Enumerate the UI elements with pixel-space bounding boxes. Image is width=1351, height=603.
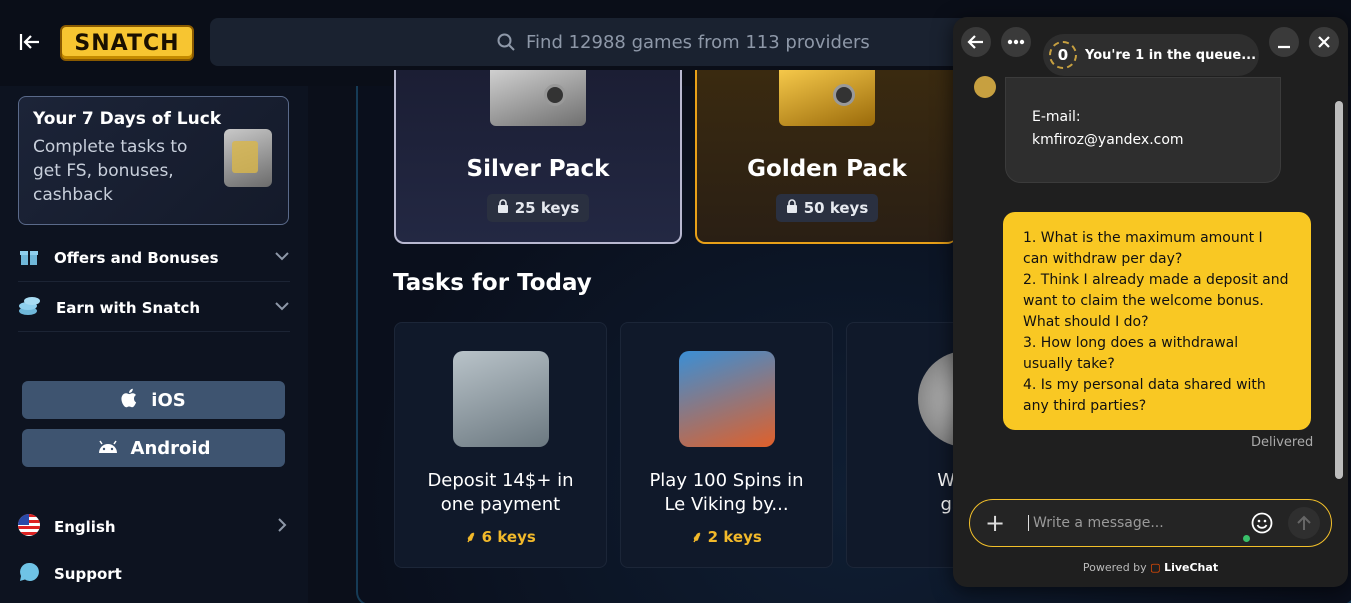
keys-badge: 50 keys (775, 194, 879, 222)
user-message: 1. What is the maximum amount I can with… (1003, 212, 1311, 430)
le-viking-game-icon (678, 351, 775, 447)
emoji-icon[interactable] (1248, 509, 1276, 537)
chat-header: 0 You're 1 in the queue... (953, 17, 1348, 76)
search-placeholder: Find 12988 games from 113 providers (526, 31, 870, 53)
send-arrow-icon[interactable] (1288, 507, 1320, 539)
message-line: 4. Is my personal data shared with any t… (1023, 377, 1266, 414)
keys-count: 25 keys (514, 199, 580, 217)
support-label: Support (54, 565, 122, 583)
collapse-sidebar-icon[interactable] (16, 28, 44, 56)
task-name: Play 100 Spins in Le Viking by... (649, 470, 804, 515)
message-line: 1. What is the maximum amount I can with… (1023, 230, 1263, 267)
queue-counter: 0 (1049, 41, 1077, 69)
queue-status: 0 You're 1 in the queue... (1043, 34, 1259, 76)
minimize-icon[interactable] (1269, 27, 1299, 57)
agent-avatar (974, 76, 996, 98)
message-line: 2. Think I already made a deposit and wa… (1023, 272, 1289, 330)
lock-icon (786, 199, 798, 217)
keys-count: 50 keys (803, 199, 869, 217)
back-arrow-icon[interactable] (961, 27, 991, 57)
email-label: E-mail: (1032, 109, 1081, 125)
sidebar-item-label: Earn with Snatch (56, 298, 201, 317)
keys-badge: 25 keys (486, 194, 590, 222)
chat-scrollbar[interactable] (1334, 83, 1344, 497)
task-card-deposit[interactable]: Deposit 14$+ in one payment ⸙ 6 keys (394, 322, 607, 568)
gift-icon (18, 245, 40, 271)
android-app-button[interactable]: Android (22, 429, 285, 467)
lock-icon (497, 199, 509, 217)
promo-card[interactable]: Your 7 Days of Luck Complete tasks to ge… (18, 96, 289, 225)
silver-safe-icon (490, 70, 586, 126)
task-reward: ⸙ 2 keys (691, 528, 762, 546)
sidebar: Your 7 Days of Luck Complete tasks to ge… (0, 86, 308, 603)
delivery-status: Delivered (1251, 435, 1314, 450)
queue-text: You're 1 in the queue... (1085, 47, 1257, 63)
golden-pack-card[interactable]: Golden Pack 50 keys (695, 70, 957, 244)
attach-plus-icon[interactable]: + (978, 506, 1012, 540)
android-icon (97, 438, 119, 459)
chevron-down-icon (274, 248, 290, 268)
message-input[interactable] (1028, 515, 1242, 531)
ios-app-button[interactable]: iOS (22, 381, 285, 419)
powered-by-text: Powered by (1082, 561, 1147, 574)
livechat-logo-icon: ▢ (1150, 561, 1161, 574)
close-icon[interactable] (1309, 27, 1339, 57)
email-value: kmfiroz@yandex.com (1032, 132, 1184, 148)
search-icon (496, 32, 516, 52)
wallet-icon (452, 351, 549, 447)
us-flag-icon (18, 514, 40, 540)
apple-icon (121, 388, 139, 413)
task-name: Deposit 14$+ in one payment (427, 470, 574, 515)
coins-icon (18, 295, 42, 321)
support-link[interactable]: Support (18, 550, 290, 598)
more-options-icon[interactable] (1001, 27, 1031, 57)
safe-icon (224, 129, 272, 187)
language-label: English (54, 518, 116, 536)
chat-bubble-icon (18, 561, 40, 587)
promo-text: Complete tasks to get FS, bonuses, cashb… (33, 137, 188, 205)
promo-title: Your 7 Days of Luck (33, 109, 222, 129)
chevron-down-icon (274, 298, 290, 318)
message-composer: + (969, 499, 1332, 547)
sidebar-item-offers[interactable]: Offers and Bonuses (18, 234, 290, 282)
sidebar-item-earn[interactable]: Earn with Snatch (18, 284, 290, 332)
pack-name: Silver Pack (466, 156, 610, 182)
logo-text: SNATCH (74, 30, 180, 56)
pack-name: Golden Pack (747, 156, 907, 182)
task-card-spins[interactable]: Play 100 Spins in Le Viking by... ⸙ 2 ke… (620, 322, 833, 568)
email-message: E-mail: kmfiroz@yandex.com (1005, 77, 1281, 183)
message-line: 3. How long does a withdrawal usually ta… (1023, 335, 1239, 372)
tasks-title: Tasks for Today (393, 270, 592, 296)
language-selector[interactable]: English (18, 503, 290, 551)
golden-safe-icon (779, 70, 875, 126)
android-label: Android (130, 437, 211, 459)
ios-label: iOS (151, 389, 186, 411)
snatch-logo[interactable]: SNATCH (60, 25, 194, 61)
chevron-right-icon (274, 517, 290, 537)
sidebar-item-label: Offers and Bonuses (54, 248, 219, 267)
livechat-brand: LiveChat (1164, 561, 1219, 574)
livechat-widget: 0 You're 1 in the queue... E-mail: kmfir… (953, 17, 1348, 587)
online-status-dot (1243, 535, 1250, 542)
task-reward: ⸙ 6 keys (465, 528, 536, 546)
silver-pack-card[interactable]: Silver Pack 25 keys (394, 70, 682, 244)
powered-by-footer[interactable]: Powered by ▢ LiveChat (953, 561, 1348, 574)
